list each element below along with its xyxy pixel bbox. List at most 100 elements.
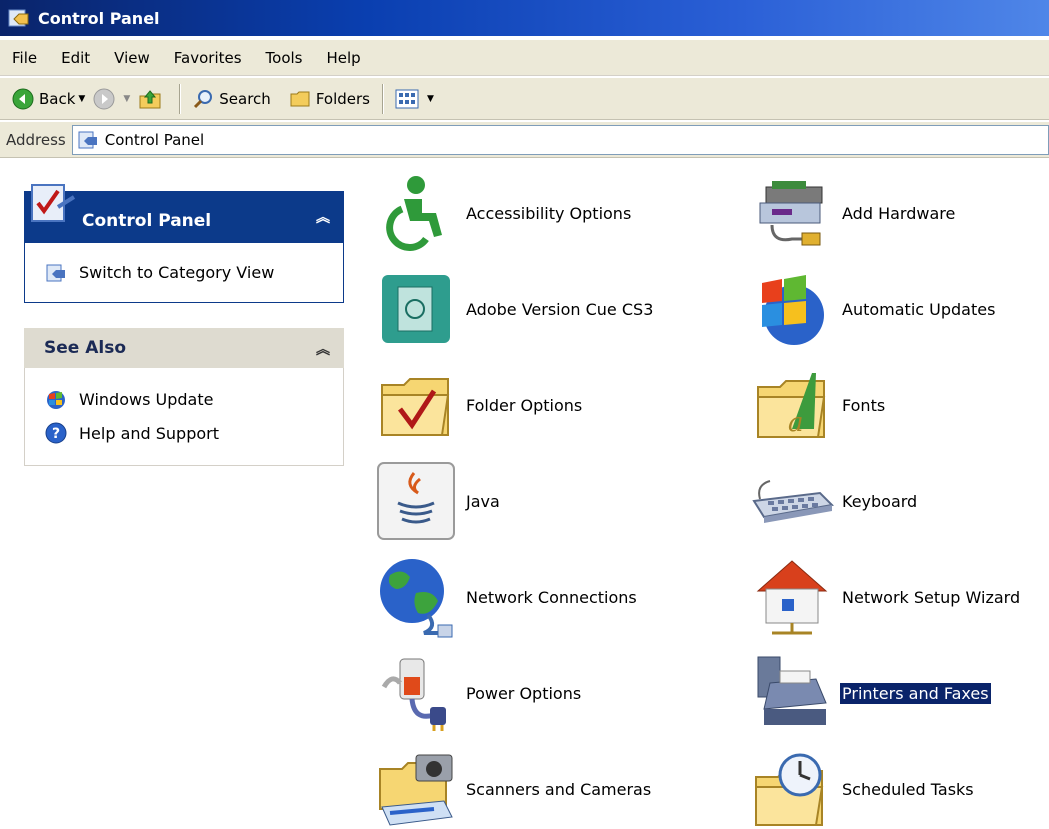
switch-category-view-link[interactable]: Switch to Category View — [45, 256, 274, 290]
menu-tools[interactable]: Tools — [254, 49, 315, 67]
power-options-item[interactable]: Power Options — [370, 648, 583, 738]
back-button[interactable]: Back ▼ — [8, 83, 89, 115]
item-label: Accessibility Options — [466, 203, 632, 223]
menu-bar: File Edit View Favorites Tools Help — [0, 40, 1049, 76]
add-hardware-item[interactable]: Add Hardware — [746, 168, 957, 258]
forward-arrow-icon — [93, 88, 115, 109]
item-label: Folder Options — [466, 395, 583, 415]
views-button[interactable]: ▼ — [391, 83, 438, 115]
network-setup-wizard-item[interactable]: Network Setup Wizard — [746, 552, 1022, 642]
adobe-version-cue-item[interactable]: Adobe Version Cue CS3 — [370, 264, 655, 354]
views-dropdown-icon[interactable]: ▼ — [427, 94, 434, 104]
item-label: Fonts — [842, 395, 886, 415]
title-bar[interactable]: Control Panel — [0, 0, 1049, 36]
automatic-updates-icon — [762, 275, 824, 345]
collapse-chevron-icon[interactable]: ︽ — [316, 207, 330, 227]
svg-text:?: ? — [52, 426, 60, 442]
keyboard-item[interactable]: Keyboard — [746, 456, 919, 546]
see-also-section-header[interactable]: See Also ︽ — [24, 328, 344, 368]
see-also-section-body: Windows Update ? Help and Support — [24, 368, 344, 466]
add-hardware-icon — [759, 181, 823, 246]
control-panel-section-body: Switch to Category View — [24, 243, 344, 303]
windows-update-link[interactable]: Windows Update — [45, 382, 343, 416]
window-title: Control Panel — [38, 8, 160, 28]
address-value: Control Panel — [104, 130, 205, 149]
control-panel-section-title: Control Panel — [82, 211, 212, 231]
menu-favorites[interactable]: Favorites — [162, 49, 254, 67]
folders-button[interactable]: Folders — [285, 83, 374, 115]
item-label: Automatic Updates — [842, 299, 996, 319]
folder-options-icon — [381, 378, 450, 436]
java-item[interactable]: Java — [370, 456, 502, 546]
control-panel-items: Accessibility Options Add Hardware Adobe… — [360, 160, 1049, 829]
see-also-title: See Also — [44, 338, 127, 358]
item-label: Scanners and Cameras — [466, 779, 652, 799]
address-field[interactable]: Control Panel — [71, 124, 1049, 155]
forward-button[interactable]: ▼ — [89, 83, 134, 115]
menu-view[interactable]: View — [102, 49, 162, 67]
forward-dropdown-icon[interactable]: ▼ — [123, 94, 130, 104]
help-icon: ? — [45, 422, 67, 444]
scheduled-tasks-icon — [755, 753, 824, 826]
menu-edit[interactable]: Edit — [49, 49, 102, 67]
up-button[interactable] — [134, 83, 171, 115]
control-panel-icon — [31, 184, 76, 222]
automatic-updates-item[interactable]: Automatic Updates — [746, 264, 997, 354]
folder-options-item[interactable]: Folder Options — [370, 360, 584, 450]
fonts-icon: a — [757, 373, 826, 438]
item-label: Adobe Version Cue CS3 — [466, 299, 654, 319]
collapse-chevron-icon[interactable]: ︽ — [316, 339, 330, 359]
views-icon — [395, 89, 419, 108]
item-label: Java — [466, 491, 500, 511]
address-label: Address — [6, 130, 66, 149]
item-label: Add Hardware — [842, 203, 956, 223]
java-icon — [377, 462, 455, 540]
task-pane: Control Panel ︽ Switch to Category View … — [0, 160, 360, 829]
see-also-section: See Also ︽ Windows Update ? Help and Sup… — [24, 328, 344, 466]
item-label: Network Setup Wizard — [842, 587, 1021, 607]
item-label: Network Connections — [466, 587, 637, 607]
back-dropdown-icon[interactable]: ▼ — [78, 94, 85, 104]
control-panel-icon — [8, 9, 29, 27]
search-button[interactable]: Search — [188, 83, 275, 115]
network-connections-item[interactable]: Network Connections — [370, 552, 639, 642]
fonts-item[interactable]: a Fonts — [746, 360, 887, 450]
folder-up-icon — [139, 89, 161, 108]
search-label: Search — [219, 89, 271, 108]
item-label: Printers and Faxes — [840, 682, 991, 704]
toolbar-separator — [179, 83, 181, 114]
control-panel-icon — [78, 131, 97, 148]
help-and-support-label: Help and Support — [79, 423, 219, 443]
adobe-version-cue-icon — [382, 275, 450, 343]
keyboard-icon — [752, 480, 834, 523]
toolbar-separator — [381, 83, 383, 114]
printers-and-faxes-item[interactable]: Printers and Faxes — [746, 648, 991, 738]
accessibility-options-item[interactable]: Accessibility Options — [370, 168, 633, 258]
address-bar: Address Control Panel — [0, 122, 1049, 158]
search-icon — [194, 89, 213, 108]
control-panel-icon — [46, 264, 65, 281]
accessibility-icon — [386, 176, 442, 251]
windows-update-icon — [47, 391, 65, 409]
scheduled-tasks-item[interactable]: Scheduled Tasks — [746, 744, 976, 829]
back-label: Back — [39, 89, 76, 108]
item-label: Power Options — [466, 683, 582, 703]
folders-icon — [290, 91, 310, 106]
printers-faxes-icon — [757, 656, 827, 725]
help-and-support-link[interactable]: ? Help and Support — [45, 416, 343, 450]
menu-file[interactable]: File — [0, 49, 49, 67]
network-connections-icon — [380, 559, 453, 638]
control-panel-section-header[interactable]: Control Panel ︽ — [24, 184, 344, 243]
scanners-cameras-icon — [379, 754, 453, 826]
menu-help[interactable]: Help — [315, 49, 373, 67]
scanners-and-cameras-item[interactable]: Scanners and Cameras — [370, 744, 653, 829]
windows-update-label: Windows Update — [79, 389, 214, 409]
item-label: Keyboard — [842, 491, 918, 511]
network-setup-wizard-icon — [756, 560, 828, 635]
folders-label: Folders — [315, 89, 370, 108]
switch-category-view-label: Switch to Category View — [79, 263, 275, 282]
item-label: Scheduled Tasks — [842, 779, 974, 799]
svg-text:a: a — [788, 408, 804, 438]
back-arrow-icon — [12, 88, 34, 109]
power-options-icon — [381, 658, 446, 731]
